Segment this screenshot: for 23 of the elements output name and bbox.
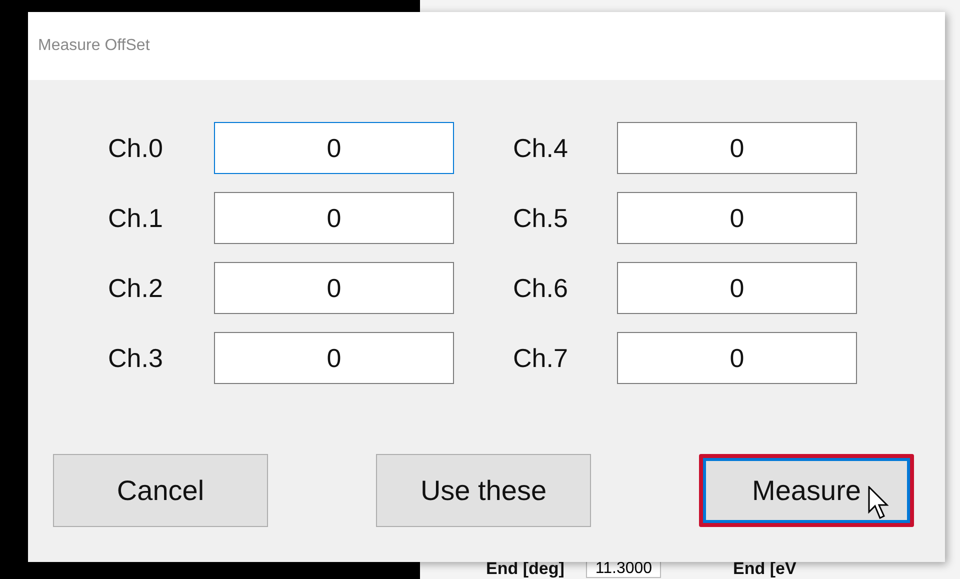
field-label: End [deg] <box>486 558 564 578</box>
dialog-button[interactable]: Measure <box>699 454 914 527</box>
dialog-button[interactable]: Cancel <box>53 454 268 527</box>
channel-field[interactable]: 0 <box>214 262 454 314</box>
field-label: End [eV <box>733 558 796 578</box>
dialog-button[interactable]: Use these <box>376 454 591 527</box>
channel-field[interactable]: 0 <box>617 192 857 244</box>
window-title: Measure OffSet <box>38 37 150 55</box>
channel-field[interactable]: 0 <box>617 332 857 384</box>
channel-label: Ch.4 <box>513 132 569 164</box>
channel-field[interactable]: 0 <box>214 192 454 244</box>
channel-label: Ch.0 <box>108 132 164 164</box>
channel-field[interactable]: 0 <box>617 122 857 174</box>
channel-label: Ch.2 <box>108 272 164 304</box>
channel-label: Ch.3 <box>108 342 164 374</box>
channel-field[interactable]: 0 <box>617 262 857 314</box>
channel-label: Ch.7 <box>513 342 569 374</box>
channel-field[interactable]: 0 <box>214 332 454 384</box>
channel-label: Ch.1 <box>108 202 164 234</box>
channel-label: Ch.6 <box>513 272 569 304</box>
cursor-icon <box>868 486 890 520</box>
channel-field[interactable]: 0 <box>214 122 454 174</box>
channel-label: Ch.5 <box>513 202 569 234</box>
